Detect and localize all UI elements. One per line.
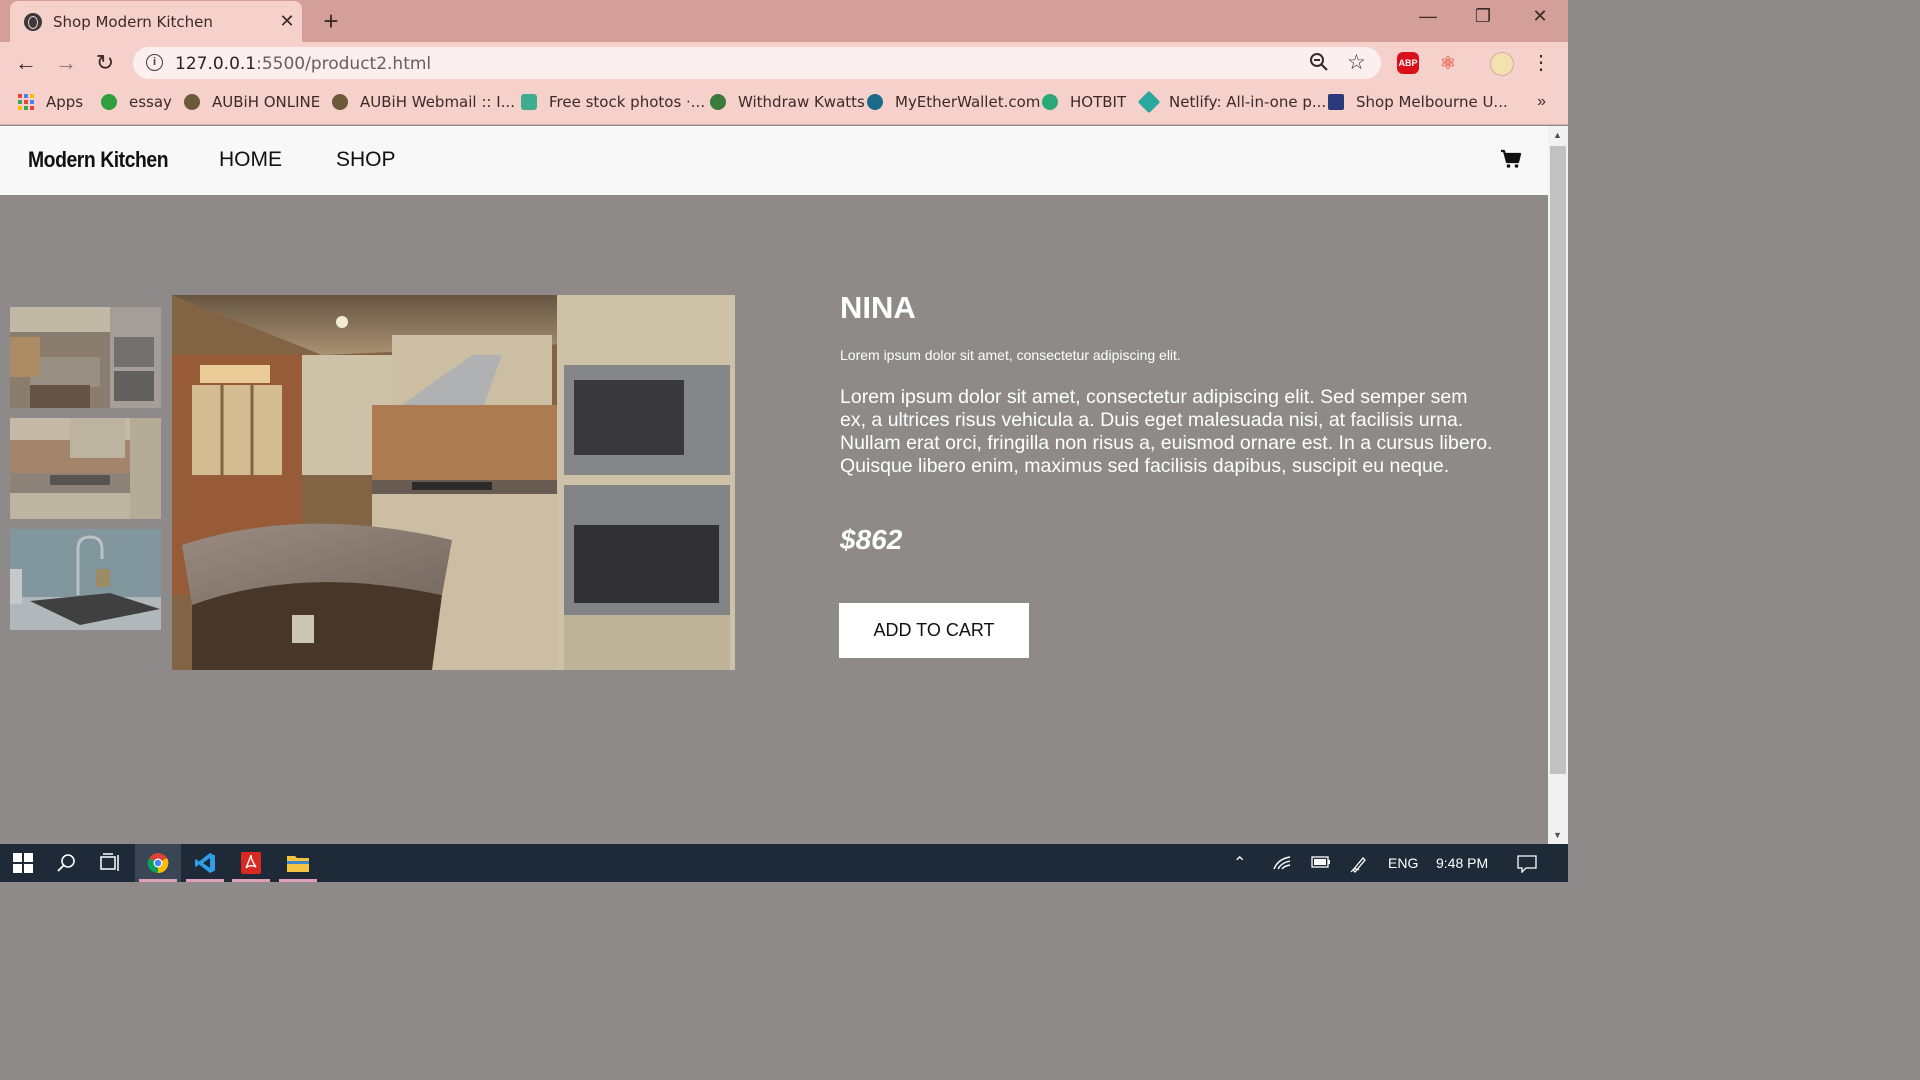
bookmark-netlify[interactable]: Netlify: All-in-one p... [1137,90,1326,114]
browser-tab[interactable]: Shop Modern Kitchen ✕ [10,1,302,42]
bookmark-withdraw-kwatts[interactable]: Withdraw Kwatts [710,93,865,111]
pexels-favicon-icon [521,94,537,110]
start-button[interactable] [0,844,46,882]
bookmark-shop-melbourne[interactable]: Shop Melbourne U... [1328,93,1508,111]
bookmark-aubih-webmail[interactable]: AUBiH Webmail :: I... [332,93,515,111]
folder-icon [287,856,309,872]
bookmark-essay[interactable]: essay [101,93,172,111]
aubih-webmail-favicon-icon [332,94,348,110]
kitchen-thumbnail-image [10,307,161,408]
product-main-image [172,295,735,670]
hotbit-favicon-icon [1042,94,1058,110]
tab-title: Shop Modern Kitchen [53,12,213,31]
task-view-button[interactable] [88,844,134,882]
bookmark-free-stock-photos[interactable]: Free stock photos ·... [521,93,705,111]
taskbar-vscode[interactable] [182,844,228,882]
taskbar-file-explorer[interactable] [275,844,321,882]
kwatts-favicon-icon [710,94,726,110]
address-bar[interactable]: i 127.0.0.1:5500/product2.html ☆ [133,47,1381,79]
myetherwallet-favicon-icon [867,94,883,110]
netlify-favicon-icon [1137,90,1161,114]
clock[interactable]: 9:48 PM [1436,855,1488,871]
search-icon [57,854,75,872]
vscode-icon [195,853,215,873]
adblock-extension-icon[interactable]: ABP [1397,52,1419,74]
nav-shop-link[interactable]: SHOP [336,148,396,172]
language-indicator[interactable]: ENG [1388,855,1418,871]
bookmark-star-icon[interactable]: ☆ [1347,50,1366,75]
chrome-icon [147,853,169,874]
task-view-icon [100,853,119,871]
stove-thumbnail-image [10,418,161,519]
aubih-favicon-icon [184,94,200,110]
acrobat-icon [241,852,261,874]
minimize-button[interactable]: — [1410,6,1446,27]
new-tab-button[interactable]: + [318,6,344,37]
bookmarks-bar: Apps essay AUBiH ONLINE AUBiH Webmail ::… [0,84,1568,125]
product-title: NINA [840,290,916,325]
taskbar-chrome[interactable] [135,844,181,882]
product-subtitle: Lorem ipsum dolor sit amet, consectetur … [840,347,1181,363]
add-to-cart-button[interactable]: ADD TO CART [839,603,1029,658]
product-thumbnail-3[interactable] [10,529,161,630]
close-tab-icon[interactable]: ✕ [272,11,302,32]
bookmark-hotbit[interactable]: HOTBIT [1042,93,1126,111]
restore-button[interactable]: ❐ [1465,6,1501,27]
site-logo[interactable]: Modern Kitchen [28,147,169,173]
notifications-icon[interactable] [1517,855,1537,876]
wifi-icon[interactable] [1272,855,1292,874]
kitchen-photo [172,295,735,670]
globe-icon [24,12,42,31]
menu-kebab-icon[interactable]: ⋮ [1527,49,1555,77]
scroll-down-arrow-icon[interactable]: ▼ [1553,830,1562,840]
product-description: Lorem ipsum dolor sit amet, consectetur … [840,386,1493,477]
url-text: 127.0.0.1:5500/product2.html [175,54,432,74]
scrollbar-thumb[interactable] [1550,146,1566,774]
browser-titlebar: Shop Modern Kitchen ✕ + — ❐ ✕ [0,0,1568,42]
search-button[interactable] [44,844,90,882]
zoom-icon[interactable] [1309,52,1329,78]
reload-button[interactable]: ↻ [91,49,119,77]
tray-overflow-chevron-icon[interactable]: ⌃ [1233,853,1246,873]
product-price: $862 [840,524,903,555]
windows-logo-icon [13,853,33,873]
bookmark-aubih-online[interactable]: AUBiH ONLINE [184,93,320,111]
react-extension-icon[interactable]: ⚛ [1437,52,1459,74]
forward-button[interactable]: → [52,49,80,77]
page-scrollbar[interactable]: ▲ ▼ [1548,126,1568,844]
sink-thumbnail-image [10,529,161,630]
close-window-button[interactable]: ✕ [1522,6,1558,27]
melbourne-favicon-icon [1328,94,1344,110]
taskbar-acrobat[interactable] [228,844,274,882]
site-info-icon[interactable]: i [146,54,163,71]
nav-home-link[interactable]: HOME [219,148,282,172]
apps-grid-icon [18,94,34,110]
browser-toolbar: ← → ↻ i 127.0.0.1:5500/product2.html ☆ A… [0,42,1568,84]
site-navbar: Modern Kitchen HOME SHOP [0,126,1548,195]
pen-icon[interactable] [1350,855,1368,876]
bookmarks-overflow-button[interactable]: » [1537,93,1546,111]
product-thumbnail-2[interactable] [10,418,161,519]
battery-icon[interactable] [1311,855,1331,872]
profile-avatar[interactable] [1490,52,1514,76]
page-viewport: Modern Kitchen HOME SHOP NINA Lorem ipsu… [0,126,1548,844]
bookmark-myetherwallet[interactable]: MyEtherWallet.com [867,93,1040,111]
essay-favicon-icon [101,94,117,110]
back-button[interactable]: ← [12,49,40,77]
scroll-up-arrow-icon[interactable]: ▲ [1553,130,1562,140]
bookmark-apps[interactable]: Apps [18,93,83,111]
cart-icon[interactable] [1500,148,1522,170]
windows-taskbar: ⌃ ENG 9:48 PM [0,844,1568,882]
product-thumbnail-1[interactable] [10,307,161,408]
